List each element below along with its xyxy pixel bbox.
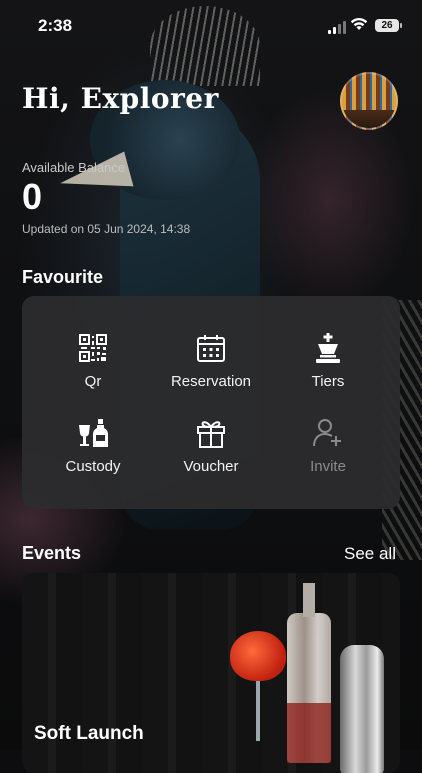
fav-item-voucher[interactable]: Voucher <box>151 417 271 475</box>
bottle-image <box>287 583 331 763</box>
gift-icon <box>197 421 225 448</box>
fav-label-tiers: Tiers <box>311 373 345 390</box>
see-all-link[interactable]: See all <box>344 544 396 564</box>
cocktail-glass-stem <box>256 681 260 741</box>
favourite-title: Favourite <box>22 267 104 287</box>
balance-value: 0 <box>22 176 43 217</box>
fav-item-qr[interactable]: Qr <box>33 332 153 390</box>
avatar[interactable] <box>340 72 398 130</box>
cellular-signal-icon <box>328 20 346 34</box>
status-bar: 2:38 26 <box>0 0 422 52</box>
event-card[interactable]: Soft Launch <box>22 573 400 773</box>
fav-label-reservation: Reservation <box>170 373 252 390</box>
battery-icon: 26 <box>375 19 402 32</box>
calendar-icon <box>197 335 225 362</box>
qr-code-icon <box>79 334 107 362</box>
wifi-icon <box>350 17 368 30</box>
greeting-title: Hi, Explorer <box>22 82 219 115</box>
fav-item-reservation[interactable]: Reservation <box>151 332 271 390</box>
status-time: 2:38 <box>38 16 73 35</box>
fav-item-custody[interactable]: Custody <box>33 417 153 475</box>
cocktail-glass-image <box>230 631 286 681</box>
bottles-icon <box>79 419 108 447</box>
fav-label-custody: Custody <box>65 458 121 475</box>
balance-updated: Updated on 05 Jun 2024, 14:38 <box>22 222 191 236</box>
events-title: Events <box>22 543 82 563</box>
fav-label-voucher: Voucher <box>183 458 239 475</box>
fav-label-invite: Invite <box>310 458 346 475</box>
shaker-image <box>340 645 384 773</box>
fav-item-tiers[interactable]: Tiers <box>268 332 388 390</box>
fav-item-invite[interactable]: Invite <box>268 417 388 475</box>
fav-label-qr: Qr <box>84 373 102 390</box>
balance-label: Available Balance <box>22 160 126 175</box>
chess-king-icon <box>316 333 340 363</box>
favourite-card: Qr Reservation Tiers Custody Voucher Inv… <box>22 296 400 509</box>
add-user-icon <box>313 419 341 447</box>
event-title: Soft Launch <box>34 723 144 744</box>
